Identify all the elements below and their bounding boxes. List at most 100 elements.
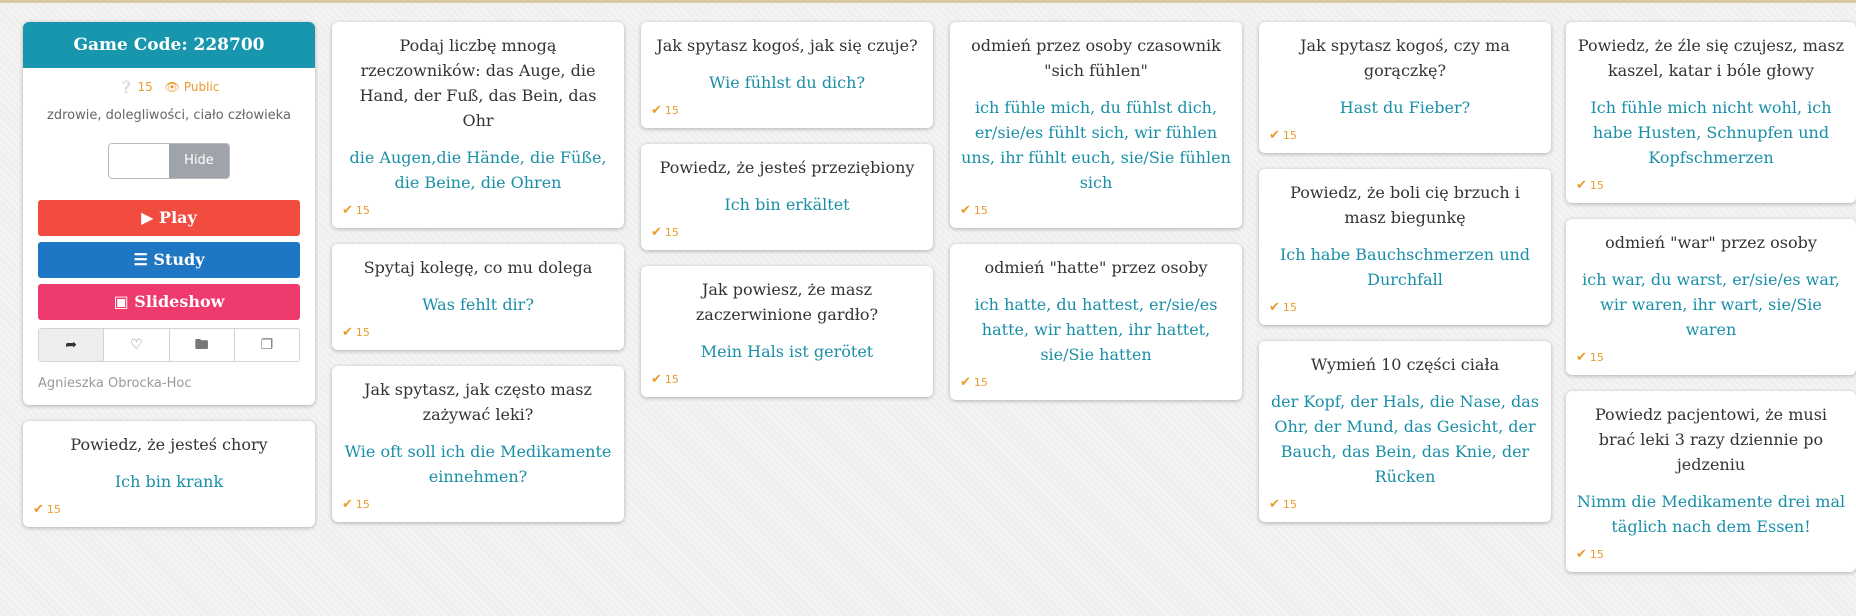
score-value: 15 — [1589, 179, 1604, 192]
question-text: Powiedz pacjentowi, że musi brać leki 3 … — [1594, 405, 1828, 474]
share-icon[interactable]: ➦ — [39, 329, 105, 361]
score-value: 15 — [1589, 548, 1604, 561]
question-text: Jak spytasz, jak często masz zażywać lek… — [364, 380, 592, 424]
monitor-icon: ▣ — [113, 292, 129, 311]
score-value: 15 — [664, 104, 679, 117]
question-card[interactable]: Jak spytasz kogoś, jak się czuje? Wie fü… — [641, 22, 933, 128]
check-icon: ✔ — [1269, 128, 1280, 143]
score-value: 15 — [1589, 351, 1604, 364]
question-text: Spytaj kolegę, co mu dolega — [363, 258, 593, 277]
answer-text: Nimm die Medikamente drei mal täglich na… — [1576, 492, 1846, 536]
question-text: odmień "war" przez osoby — [1605, 233, 1817, 252]
question-card[interactable]: Powiedz, że jesteś przeziębiony Ich bin … — [641, 144, 933, 250]
question-text: Powiedz, że jesteś chory — [70, 435, 268, 454]
score-value: 15 — [355, 498, 370, 511]
copy-icon[interactable]: ❐ — [235, 329, 299, 361]
score-value: 15 — [1282, 498, 1297, 511]
play-icon: ▶︎ — [141, 208, 154, 227]
card-score: ✔ 15 — [651, 103, 923, 118]
column-3: Jak spytasz kogoś, jak się czuje? Wie fü… — [641, 22, 933, 413]
heart-icon[interactable]: ♡ — [104, 329, 170, 361]
card-score: ✔ 15 — [33, 502, 305, 517]
card-score: ✔ 15 — [1576, 547, 1846, 562]
question-card[interactable]: odmień "hatte" przez osoby ich hatte, du… — [950, 244, 1242, 400]
card-score: ✔ 15 — [1269, 128, 1541, 143]
check-icon: ✔ — [651, 372, 662, 387]
check-icon: ✔ — [651, 103, 662, 118]
check-icon: ✔ — [1576, 547, 1587, 562]
card-score: ✔ 15 — [1269, 300, 1541, 315]
question-card[interactable]: Jak spytasz kogoś, czy ma gorączkę? Hast… — [1259, 22, 1551, 153]
game-topic: zdrowie, dolegliwości, ciało człowieka — [47, 108, 291, 123]
card-score: ✔ 15 — [1576, 178, 1846, 193]
card-score: ✔ 15 — [1269, 497, 1541, 512]
answer-text: die Augen,die Hände, die Füße, die Beine… — [349, 148, 607, 192]
score-value: 15 — [355, 204, 370, 217]
check-icon: ✔ — [1269, 497, 1280, 512]
column-1: Game Code: 228700 ❔ 15 👁 Public zdrowie, d… — [23, 22, 315, 543]
answer-text: Mein Hals ist gerötet — [700, 342, 874, 361]
check-icon: ✔ — [342, 325, 353, 340]
question-card[interactable]: Jak spytasz, jak często masz zażywać lek… — [332, 366, 624, 522]
study-button[interactable]: ☰ Study — [38, 242, 300, 278]
hide-toggle[interactable]: Hide — [108, 143, 230, 179]
score-value: 15 — [973, 204, 988, 217]
play-label: Play — [159, 208, 197, 227]
question-text: Jak powiesz, że masz zaczerwinione gardł… — [695, 280, 879, 324]
card-score: ✔ 15 — [342, 203, 614, 218]
answer-text: ich hatte, du hattest, er/sie/es hatte, … — [974, 295, 1218, 364]
score-value: 15 — [664, 226, 679, 239]
check-icon: ✔ — [342, 203, 353, 218]
question-text: Jak spytasz kogoś, czy ma gorączkę? — [1300, 36, 1510, 80]
question-text: odmień "hatte" przez osoby — [984, 258, 1208, 277]
answer-text: Was fehlt dir? — [422, 295, 534, 314]
answer-text: ich fühle mich, du fühlst dich, er/sie/e… — [961, 98, 1231, 192]
study-label: Study — [153, 250, 205, 269]
slideshow-button[interactable]: ▣ Slideshow — [38, 284, 300, 320]
question-card[interactable]: odmień "war" przez osoby ich war, du war… — [1566, 219, 1856, 375]
folder-icon[interactable]: 🖿 — [170, 329, 235, 361]
card-score: ✔ 15 — [651, 225, 923, 240]
check-icon: ✔ — [33, 502, 44, 517]
score-value: 15 — [1282, 129, 1297, 142]
question-card[interactable]: Powiedz, że źle się czujesz, masz kaszel… — [1566, 22, 1856, 203]
question-card[interactable]: Wymień 10 części ciała der Kopf, der Hal… — [1259, 341, 1551, 522]
answer-text: Wie fühlst du dich? — [708, 73, 866, 92]
game-meta: ❔ 15 👁 Public — [23, 80, 315, 94]
toggle-switch[interactable] — [109, 144, 169, 178]
question-card[interactable]: Jak powiesz, że masz zaczerwinione gardł… — [641, 266, 933, 397]
answer-text: Ich habe Bauchschmerzen und Durchfall — [1279, 245, 1531, 289]
hide-button[interactable]: Hide — [169, 144, 229, 178]
card-score: ✔ 15 — [960, 375, 1232, 390]
question-card[interactable]: odmień przez osoby czasownik "sich fühle… — [950, 22, 1242, 228]
column-4: odmień przez osoby czasownik "sich fühle… — [950, 22, 1242, 416]
answer-text: Ich bin krank — [114, 472, 224, 491]
answer-text: Ich bin erkältet — [724, 195, 850, 214]
points-value: 15 — [137, 80, 153, 94]
question-card[interactable]: Podaj liczbę mnogą rzeczowników: das Aug… — [332, 22, 624, 228]
question-card[interactable]: Powiedz, że boli cię brzuch i masz biegu… — [1259, 169, 1551, 325]
slideshow-label: Slideshow — [134, 292, 225, 311]
check-icon: ✔ — [960, 375, 971, 390]
answer-text: Wie oft soll ich die Medikamente einnehm… — [344, 442, 612, 486]
check-icon: ✔ — [1576, 178, 1587, 193]
column-6: Powiedz, że źle się czujesz, masz kaszel… — [1566, 22, 1856, 588]
card-score: ✔ 15 — [651, 372, 923, 387]
check-icon: ✔ — [1576, 350, 1587, 365]
question-card[interactable]: Powiedz, że jesteś chory Ich bin krank ✔… — [23, 421, 315, 527]
question-text: odmień przez osoby czasownik "sich fühle… — [971, 36, 1221, 80]
play-button[interactable]: ▶︎ Play — [38, 200, 300, 236]
check-icon: ✔ — [960, 203, 971, 218]
column-5: Jak spytasz kogoś, czy ma gorączkę? Hast… — [1259, 22, 1551, 538]
question-card[interactable]: Spytaj kolegę, co mu dolega Was fehlt di… — [332, 244, 624, 350]
question-card[interactable]: Powiedz pacjentowi, że musi brać leki 3 … — [1566, 391, 1856, 572]
score-value: 15 — [973, 376, 988, 389]
author-name: Agnieszka Obrocka-Hoc — [38, 376, 192, 391]
card-score: ✔ 15 — [342, 497, 614, 512]
score-value: 15 — [46, 503, 61, 516]
book-icon: ☰ — [133, 250, 148, 269]
card-score: ✔ 15 — [342, 325, 614, 340]
points-icon: ❔ — [118, 80, 134, 94]
eye-icon: 👁 — [164, 80, 180, 94]
question-text: Powiedz, że jesteś przeziębiony — [659, 158, 915, 177]
